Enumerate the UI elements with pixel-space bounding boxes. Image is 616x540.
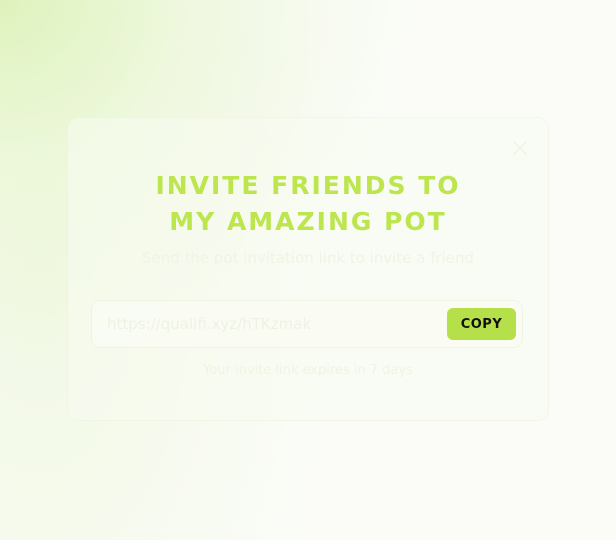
invite-link-box: COPY: [92, 301, 522, 347]
copy-button[interactable]: COPY: [447, 308, 516, 340]
expiry-note: Your invite link expires in 7 days: [203, 363, 413, 378]
modal-subtitle: Send the pot invitation link to invite a…: [141, 249, 475, 267]
close-icon: [513, 141, 527, 155]
modal-title: INVITE FRIENDS TO MY AMAZING POT: [68, 168, 548, 240]
title-line-1: INVITE FRIENDS TO: [155, 171, 461, 200]
invite-link-field[interactable]: [107, 313, 427, 335]
invite-modal: INVITE FRIENDS TO MY AMAZING POT Send th…: [68, 118, 548, 420]
close-button[interactable]: [510, 138, 530, 158]
title-line-2: MY AMAZING POT: [169, 207, 447, 236]
